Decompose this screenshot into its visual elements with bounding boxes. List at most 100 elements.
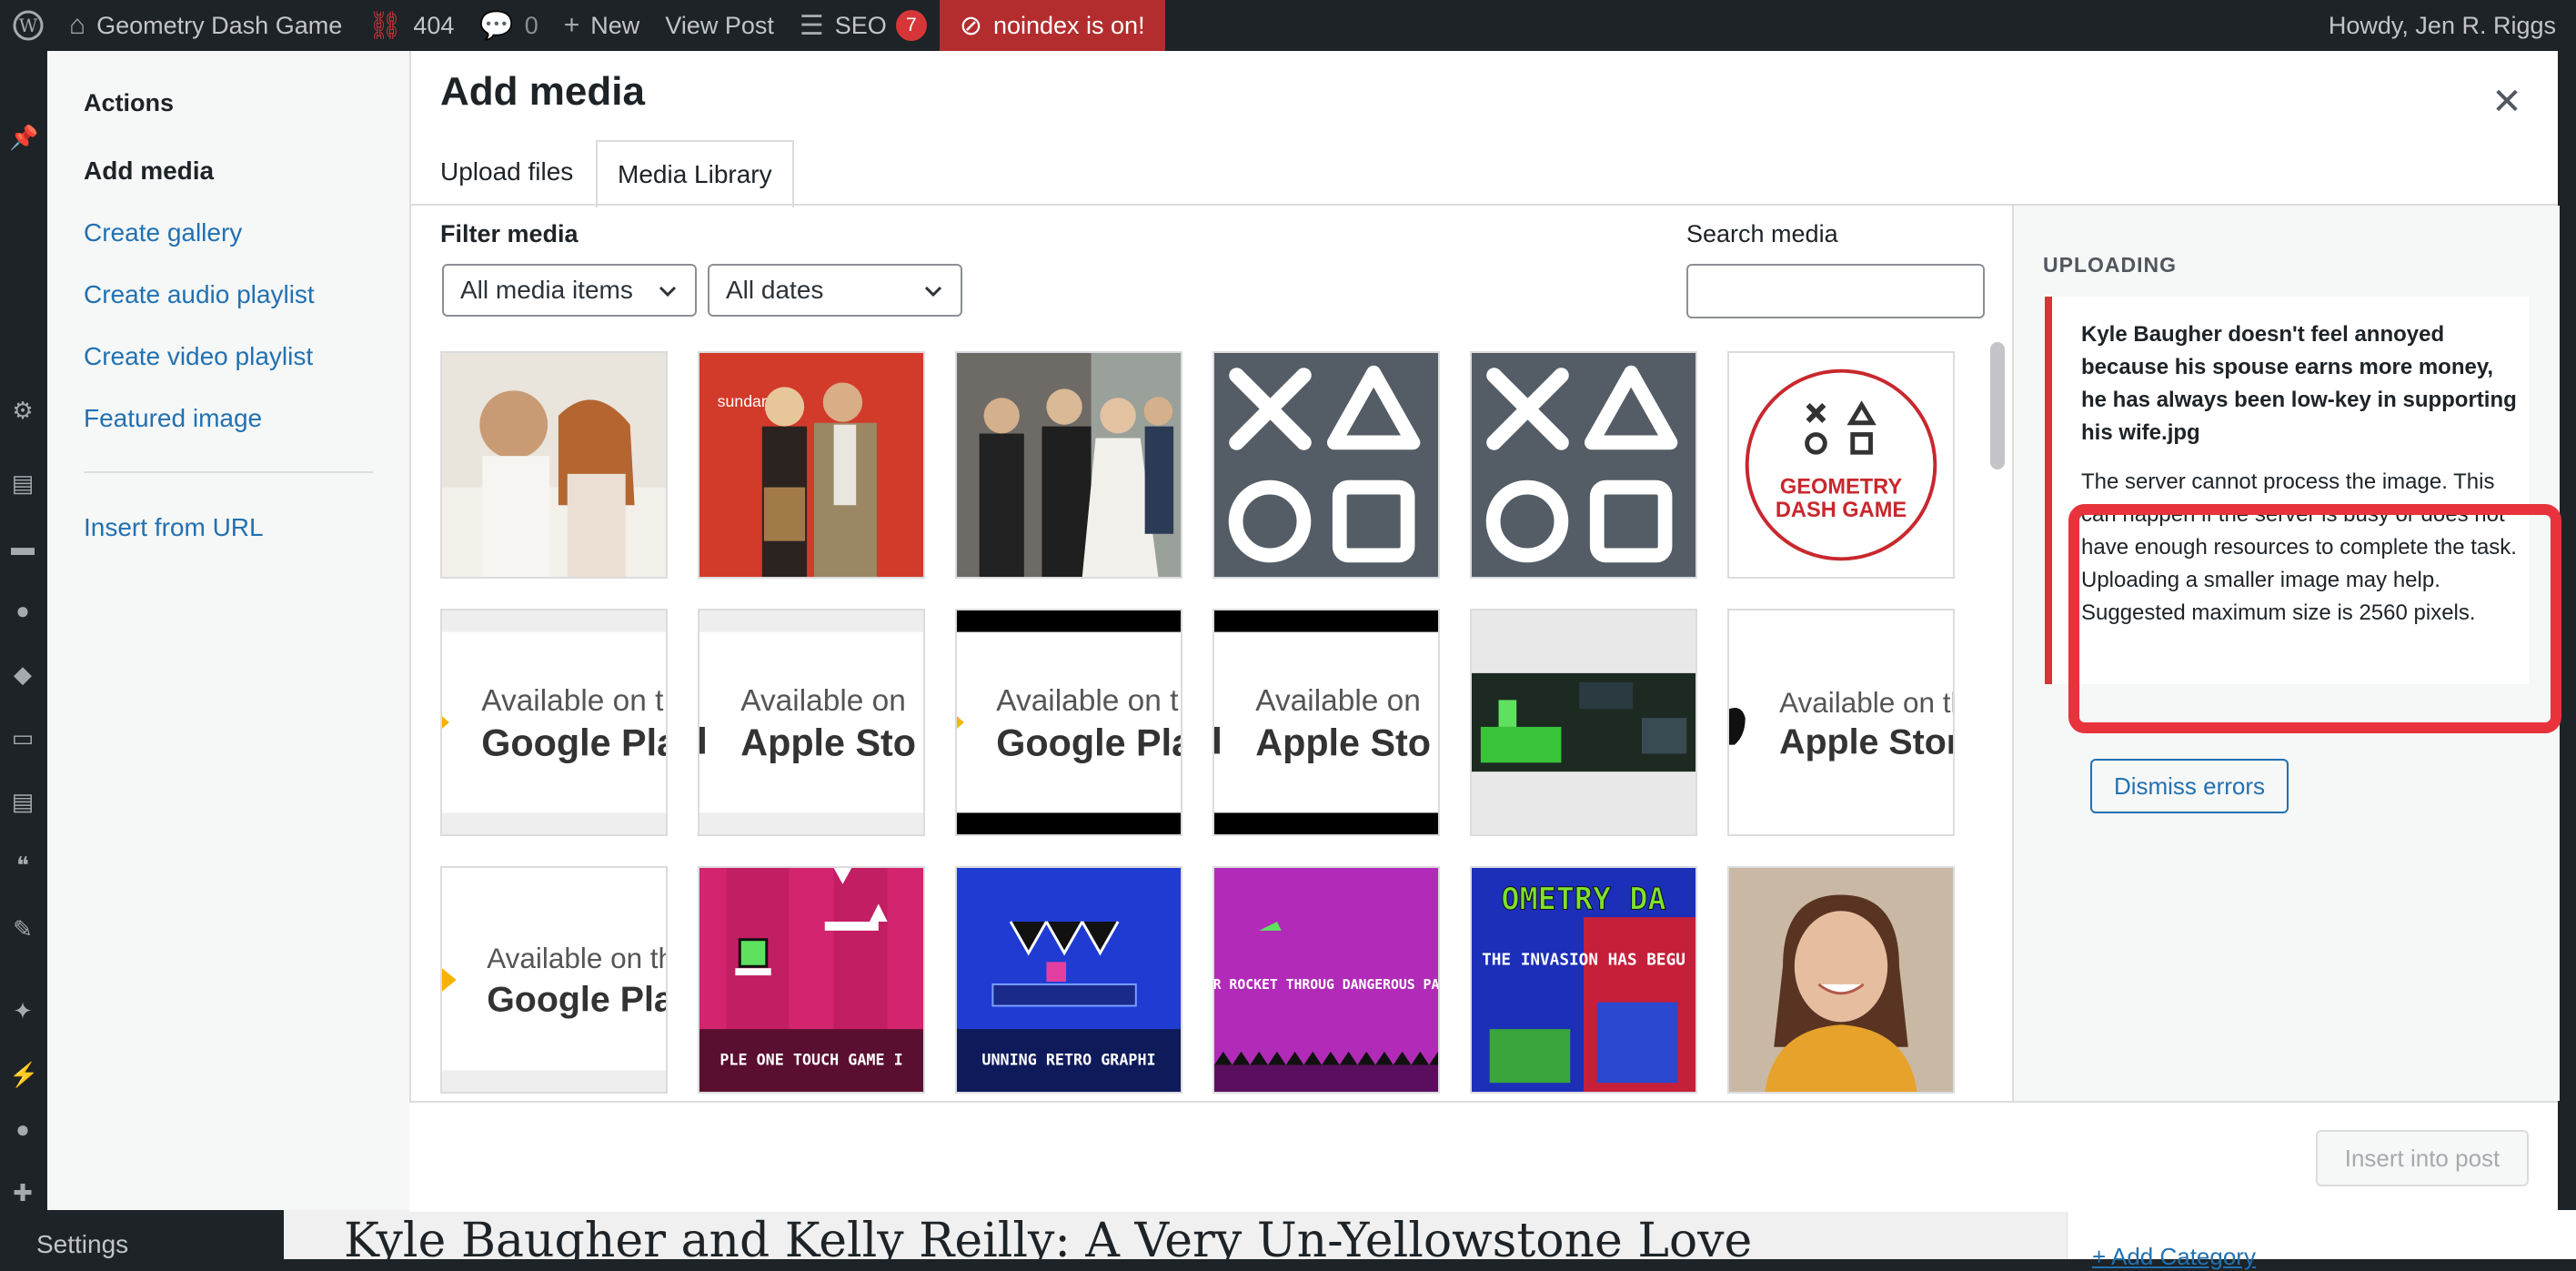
admin-bar: W ⌂ Geometry Dash Game ⛓ 404 💬 0 + New V… (0, 0, 2576, 51)
attachment-thumbnail[interactable]: Available on th Google Play (440, 866, 668, 1094)
menu-item-create-video-playlist[interactable]: Create video playlist (84, 342, 313, 371)
error-highlight-box (2068, 504, 2561, 733)
tag-icon[interactable]: ◆ (9, 661, 36, 688)
attachment-thumbnail[interactable]: Available on Apple Sto (698, 609, 925, 836)
game-pink-image: PLE ONE TOUCH GAME I (699, 868, 923, 1092)
menu-separator (84, 471, 373, 473)
new-label: New (590, 11, 640, 39)
account-menu[interactable]: Howdy, Jen R. Riggs (2329, 0, 2556, 51)
plus-icon: + (563, 10, 580, 40)
settings-label: Settings (36, 1230, 129, 1258)
noindex-warning[interactable]: ⊘ noindex is on! (939, 0, 1165, 51)
plugin-icon[interactable]: ⚙ (9, 397, 36, 424)
svg-text:Available on t: Available on t (996, 684, 1179, 718)
playstation-symbols-image (1214, 353, 1438, 577)
broken-links-link[interactable]: ⛓ 404 (355, 0, 467, 51)
uploading-heading: UPLOADING (2043, 253, 2177, 277)
view-post-label: View Post (665, 11, 774, 39)
post-title: Kyle Baugher and Kelly Reilly: A Very Un… (344, 1214, 1753, 1268)
close-icon[interactable]: ✕ (2483, 78, 2531, 126)
svg-text:DE YOUR ROCKET THROUG DANGEROU: DE YOUR ROCKET THROUG DANGEROUS PASSAGES (1214, 977, 1438, 993)
attachments-grid: sundance GEOMETRY DASH GAME Available on… (440, 351, 2023, 1095)
attachment-thumbnail[interactable] (440, 351, 668, 579)
error-filename: Kyle Baugher doesn't feel annoyed becaus… (2081, 322, 2517, 445)
google-play-badge-image: Available on t Google Pla (957, 610, 1181, 834)
attachment-thumbnail[interactable] (955, 351, 1182, 579)
attachment-thumbnail[interactable] (1213, 351, 1440, 579)
noindex-label: noindex is on! (992, 11, 1145, 39)
attachment-thumbnail[interactable] (1727, 866, 1955, 1094)
wordpress-icon: W (13, 10, 44, 41)
svg-text:GEOMETRY: GEOMETRY (1780, 475, 1902, 499)
media-date-select[interactable]: All dates (708, 264, 962, 317)
svg-text:Available on th: Available on th (1779, 687, 1953, 719)
attachment-thumbnail[interactable]: DE YOUR ROCKET THROUG DANGEROUS PASSAGES (1213, 866, 1440, 1094)
brush-icon[interactable]: ✦ (9, 997, 36, 1024)
attachment-thumbnail[interactable]: Available on t Google Pla (955, 609, 1182, 836)
photo-woman-image (1729, 868, 1953, 1092)
svg-text:Available on: Available on (1255, 684, 1421, 718)
tab-media-library[interactable]: Media Library (596, 140, 794, 207)
view-post-link[interactable]: View Post (652, 0, 787, 51)
seo-badge: 7 (895, 10, 927, 41)
admin-side-menu: 📌 ⚙ ▤ ▬ ● ◆ ▭ ▤ ❝ ✎ ✦ ⚡ ● ✚ (0, 51, 47, 1259)
folder-icon[interactable]: ▭ (9, 724, 36, 752)
add-category-link[interactable]: + Add Category (2092, 1243, 2256, 1271)
tools-icon[interactable]: ✚ (9, 1179, 36, 1206)
search-media-label: Search media (1686, 220, 1838, 247)
attachment-thumbnail[interactable] (1470, 609, 1697, 836)
pages-icon[interactable]: ▤ (9, 469, 36, 497)
settings-menu-item[interactable]: Settings (36, 1230, 128, 1259)
attachment-thumbnail[interactable] (1470, 351, 1697, 579)
plugins-icon[interactable]: ⚡ (9, 1061, 38, 1088)
tab-upload-files[interactable]: Upload files (420, 140, 593, 204)
quote-icon[interactable]: ❝ (9, 852, 36, 879)
seo-menu[interactable]: ☰ SEO 7 (787, 0, 940, 51)
search-media-input[interactable] (1686, 264, 1985, 318)
forms-icon[interactable]: ▤ (9, 788, 36, 815)
menu-item-create-audio-playlist[interactable]: Create audio playlist (84, 280, 315, 309)
svg-text:Apple Sto: Apple Sto (740, 721, 916, 763)
menu-item-create-gallery[interactable]: Create gallery (84, 218, 242, 247)
insert-into-post-button[interactable]: Insert into post (2316, 1130, 2529, 1186)
users-icon[interactable]: ● (9, 597, 36, 624)
svg-text:Google Pla: Google Pla (481, 721, 666, 763)
attachment-thumbnail[interactable]: sundance (698, 351, 925, 579)
new-content-link[interactable]: + New (551, 0, 653, 51)
chevron-down-icon (659, 286, 677, 298)
grid-scrollbar[interactable] (1990, 342, 2005, 469)
media-modal: Actions Add media Create gallery Create … (47, 51, 2561, 1212)
pencil-icon[interactable]: ✎ (9, 915, 36, 943)
comments-link[interactable]: 💬 0 (467, 0, 550, 51)
attachment-thumbnail[interactable]: UNNING RETRO GRAPHI (955, 866, 1182, 1094)
comments-icon[interactable]: ▬ (9, 533, 36, 560)
attachment-thumbnail[interactable]: Available on th Apple Store (1727, 609, 1955, 836)
attachment-thumbnail[interactable]: OMETRY DA THE INVASION HAS BEGU (1470, 866, 1697, 1094)
attachment-thumbnail[interactable]: PLE ONE TOUCH GAME I (698, 866, 925, 1094)
attachment-thumbnail[interactable]: Available on Apple Sto (1213, 609, 1440, 836)
svg-text:DASH GAME: DASH GAME (1776, 499, 1907, 522)
user-icon[interactable]: ● (9, 1115, 36, 1143)
attachment-thumbnail[interactable]: Available on t Google Pla (440, 609, 668, 836)
menu-item-add-media[interactable]: Add media (84, 156, 214, 186)
dismiss-errors-button[interactable]: Dismiss errors (2090, 759, 2289, 813)
eye-slash-icon: ⊘ (959, 10, 982, 41)
seo-icon: ☰ (799, 10, 824, 41)
menu-item-insert-from-url[interactable]: Insert from URL (84, 513, 264, 542)
site-name-link[interactable]: ⌂ Geometry Dash Game (56, 0, 355, 51)
svg-text:Available on th: Available on th (487, 943, 666, 974)
comments-count: 0 (524, 11, 538, 39)
wp-logo[interactable]: W (0, 0, 56, 51)
game-title-image: OMETRY DA THE INVASION HAS BEGU (1472, 868, 1696, 1092)
site-name-label: Geometry Dash Game (96, 11, 343, 39)
svg-text:W: W (19, 15, 38, 36)
pin-icon[interactable]: 📌 (9, 124, 38, 151)
menu-item-featured-image[interactable]: Featured image (84, 404, 262, 433)
apple-store-badge-image: Available on Apple Sto (699, 610, 923, 834)
media-type-select[interactable]: All media items (442, 264, 697, 317)
modal-title: Add media (440, 69, 645, 114)
svg-text:Available on: Available on (740, 684, 906, 718)
attachment-thumbnail[interactable]: GEOMETRY DASH GAME (1727, 351, 1955, 579)
chevron-down-icon (924, 286, 942, 298)
media-type-value: All media items (460, 276, 633, 304)
